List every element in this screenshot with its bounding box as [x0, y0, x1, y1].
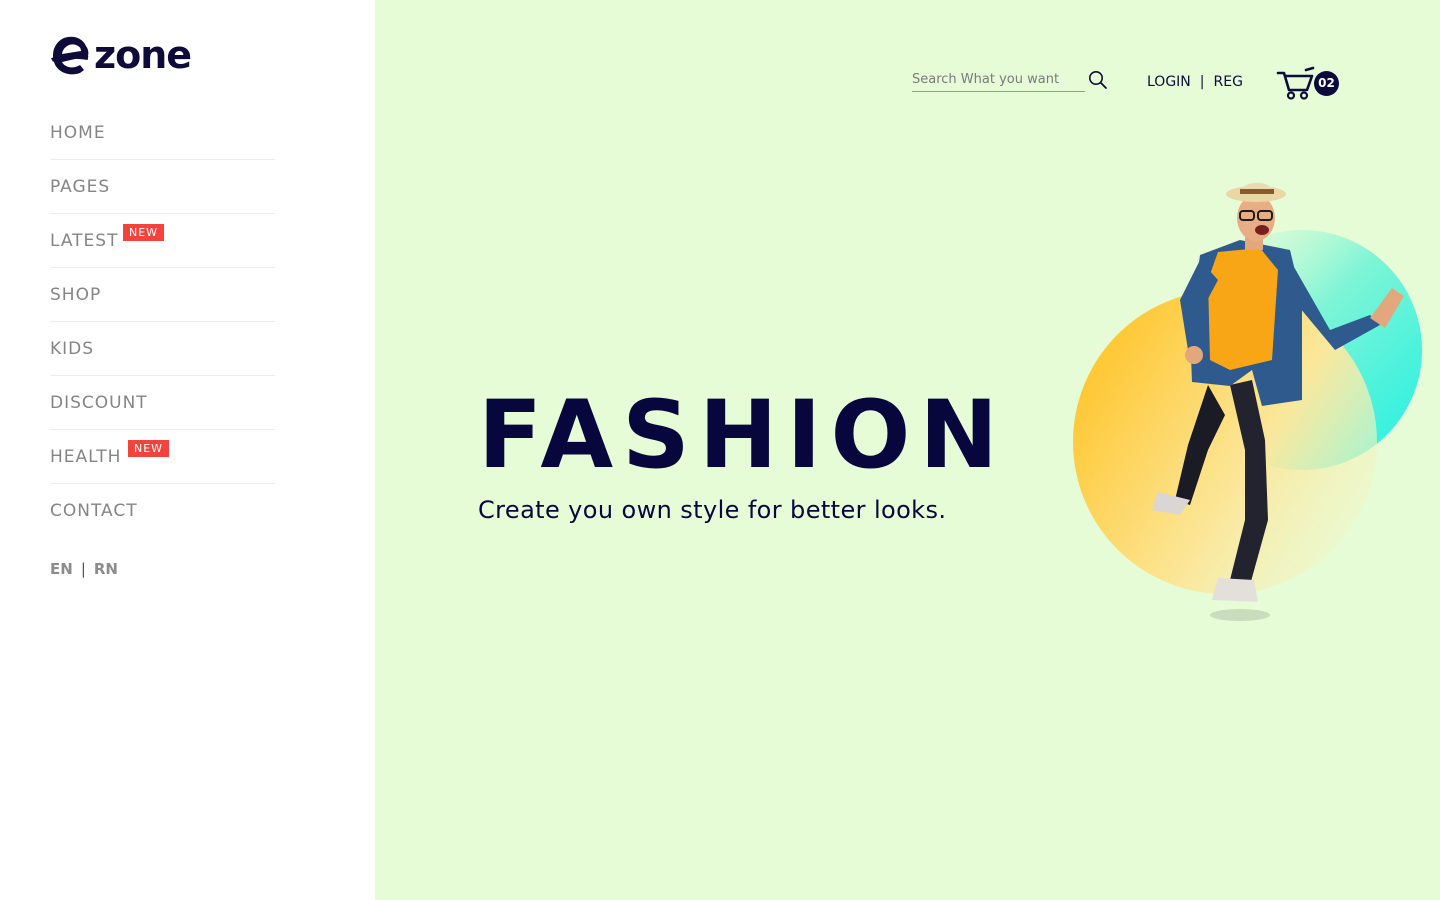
nav-item-health[interactable]: HEALTH NEW: [50, 430, 275, 484]
auth-separator: |: [1199, 74, 1205, 90]
nav-item-discount[interactable]: DISCOUNT: [50, 376, 275, 430]
new-badge: NEW: [128, 440, 170, 457]
search-icon[interactable]: [1088, 70, 1108, 90]
nav-item-home[interactable]: HOME: [50, 106, 275, 160]
ezone-logo[interactable]: zone: [50, 32, 220, 78]
auth-links: LOGIN | REG: [1147, 74, 1243, 90]
search-input[interactable]: [912, 68, 1085, 91]
lang-separator: |: [80, 560, 86, 578]
nav-item-kids[interactable]: KIDS: [50, 322, 275, 376]
nav-link-shop[interactable]: SHOP: [50, 285, 101, 305]
nav-link-latest[interactable]: LATEST: [50, 231, 118, 251]
nav-link-pages[interactable]: PAGES: [50, 177, 110, 197]
nav-link-home[interactable]: HOME: [50, 123, 106, 143]
nav-item-pages[interactable]: PAGES: [50, 160, 275, 214]
nav-item-latest[interactable]: LATEST NEW: [50, 214, 275, 268]
hero-title: FASHION: [478, 381, 1008, 490]
hero-subtitle: Create you own style for better looks.: [478, 496, 947, 524]
logo-text: zone: [94, 33, 191, 77]
nav-item-shop[interactable]: SHOP: [50, 268, 275, 322]
language-switcher: EN | RN: [50, 560, 118, 578]
nav-link-kids[interactable]: KIDS: [50, 339, 94, 359]
lang-rn[interactable]: RN: [94, 560, 118, 578]
sidebar: zone HOME PAGES LATEST NEW SHOP KIDS DIS…: [0, 0, 375, 900]
nav-link-discount[interactable]: DISCOUNT: [50, 393, 148, 413]
cart-icon[interactable]: [1276, 66, 1316, 100]
nav-item-contact[interactable]: CONTACT: [50, 484, 275, 538]
hero-image: [1073, 182, 1422, 621]
cart-count-badge[interactable]: 02: [1314, 71, 1339, 96]
nav-link-health[interactable]: HEALTH: [50, 447, 121, 467]
login-link[interactable]: LOGIN: [1147, 74, 1191, 90]
new-badge: NEW: [123, 224, 165, 241]
search-box: [912, 68, 1085, 92]
lang-en[interactable]: EN: [50, 560, 73, 578]
main-nav: HOME PAGES LATEST NEW SHOP KIDS DISCOUNT…: [50, 106, 275, 538]
nav-link-contact[interactable]: CONTACT: [50, 501, 138, 521]
register-link[interactable]: REG: [1214, 74, 1243, 90]
